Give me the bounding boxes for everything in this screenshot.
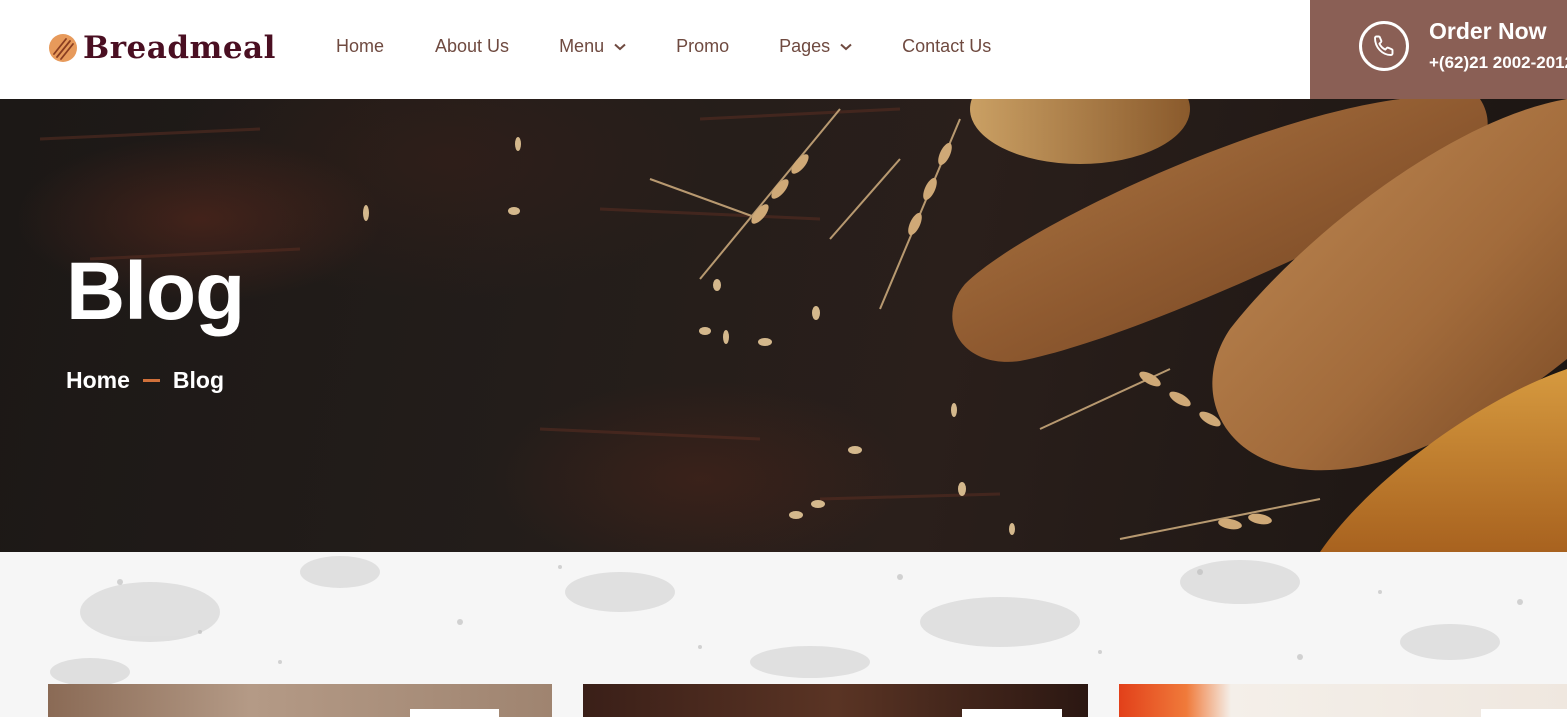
nav-item-contact-us[interactable]: Contact Us [902,36,991,57]
phone-icon [1359,21,1409,71]
page-hero: Blog Home Blog [0,99,1567,552]
order-now-title: Order Now [1429,18,1547,44]
nav-item-home[interactable]: Home [336,36,384,57]
nav-item-label: About Us [435,36,510,56]
breadcrumb-home-link[interactable]: Home [66,367,130,394]
nav-item-label: Pages [779,36,831,56]
brand-logo[interactable]: Breadmeal [48,28,276,68]
chevron-down-icon [840,43,852,50]
blog-card-date-badge [962,709,1062,717]
blog-card-image[interactable] [583,684,1088,717]
nav-item-label: Menu [559,36,605,56]
breadcrumb-separator [142,379,160,382]
blog-card-image[interactable] [1119,684,1567,717]
page-title: Blog [66,246,245,337]
site-header: Breadmeal Home About Us Menu Promo Pages… [0,0,1567,99]
blog-card-date-badge [410,709,499,717]
nav-item-label: Contact Us [902,36,992,56]
bread-logo-icon [49,34,77,62]
brand-name: Breadmeal [83,30,276,66]
breadcrumb-current: Blog [172,367,225,393]
order-phone-number: +(62)21 2002-2012 [1429,53,1567,72]
chevron-down-icon [614,43,626,50]
blog-section [0,552,1567,717]
blog-card-date-badge [1481,709,1567,717]
breadcrumb: Home Blog [66,367,224,394]
nav-item-promo[interactable]: Promo [676,36,729,57]
nav-item-label: Promo [676,36,730,56]
nav-item-label: Home [336,36,385,56]
nav-item-menu[interactable]: Menu [559,36,626,57]
blog-card-image[interactable] [48,684,552,717]
nav-item-about-us[interactable]: About Us [435,36,509,57]
main-nav: Home About Us Menu Promo Pages Contact U… [336,36,991,57]
order-now-button[interactable]: Order Now +(62)21 2002-2012 [1310,0,1567,99]
nav-item-pages[interactable]: Pages [779,36,852,57]
